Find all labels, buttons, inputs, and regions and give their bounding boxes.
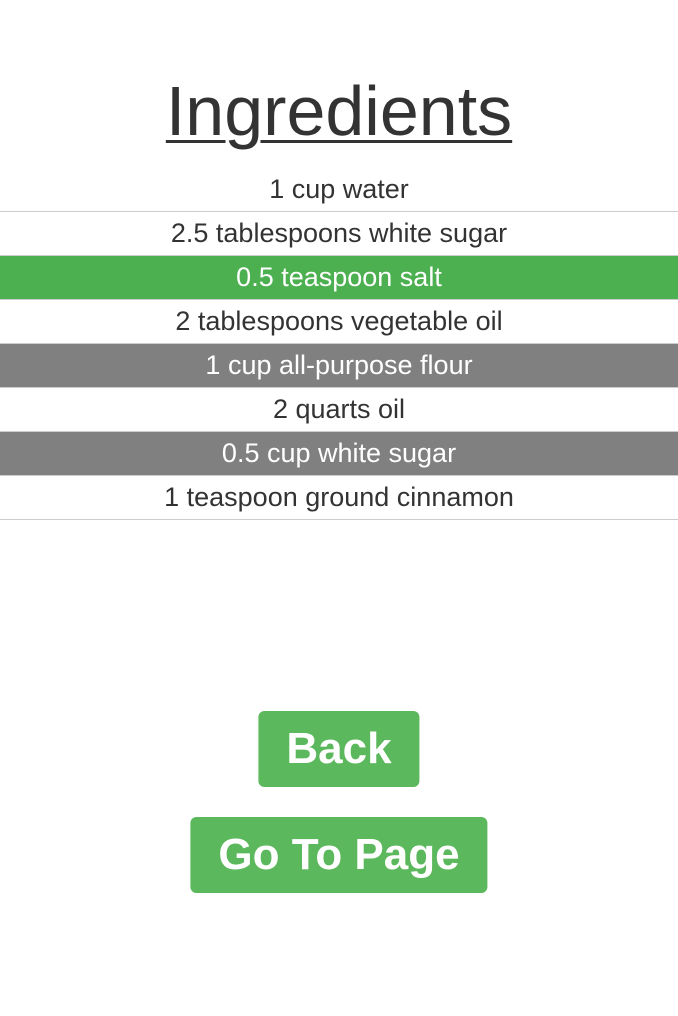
ingredient-item[interactable]: 1 cup all-purpose flour (0, 344, 678, 388)
page-title-text: Ingredients (165, 72, 513, 150)
ingredient-item[interactable]: 2 quarts oil (0, 388, 678, 432)
page-title: Ingredients (0, 70, 678, 152)
go-to-page-button[interactable]: Go To Page (190, 817, 488, 893)
ingredient-item[interactable]: 1 cup water (0, 168, 678, 212)
back-button[interactable]: Back (258, 711, 420, 787)
ingredient-item[interactable]: 2 tablespoons vegetable oil (0, 300, 678, 344)
ingredient-item[interactable]: 1 teaspoon ground cinnamon (0, 476, 678, 520)
ingredient-item[interactable]: 0.5 cup white sugar (0, 432, 678, 476)
ingredient-item[interactable]: 2.5 tablespoons white sugar (0, 212, 678, 256)
ingredient-item[interactable]: 0.5 teaspoon salt (0, 256, 678, 300)
ingredient-list: 1 cup water 2.5 tablespoons white sugar … (0, 168, 678, 520)
page: Ingredients 1 cup water 2.5 tablespoons … (0, 0, 678, 1016)
